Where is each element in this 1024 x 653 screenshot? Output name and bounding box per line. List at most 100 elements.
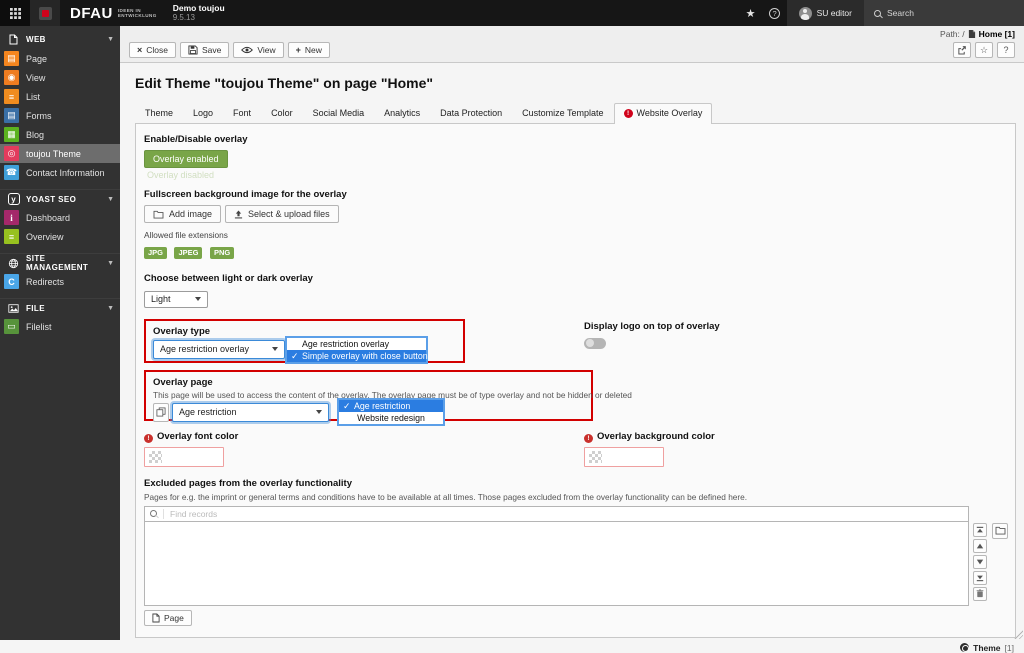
- docheader-help-button[interactable]: ?: [997, 42, 1015, 58]
- select-upload-files-button[interactable]: Select & upload files: [225, 205, 339, 223]
- sidebar-section-web[interactable]: WEB ▼: [0, 30, 120, 49]
- sidebar-item-redirects[interactable]: C Redirects: [0, 272, 120, 291]
- tab-analytics[interactable]: Analytics: [374, 103, 430, 123]
- excluded-pages-widget: [144, 506, 969, 606]
- brand-logo: DFAU IDEEN INENTWICKLUNG: [60, 0, 165, 26]
- display-logo-toggle[interactable]: [584, 338, 606, 349]
- close-button[interactable]: ×Close: [129, 42, 176, 58]
- excluded-pages-description: Pages for e.g. the imprint or general te…: [144, 492, 1007, 502]
- sidebar-section-file[interactable]: FILE ▼: [0, 298, 120, 317]
- sidebar-item-view[interactable]: ◉ View: [0, 68, 120, 87]
- plus-icon: +: [296, 45, 301, 55]
- help-button[interactable]: ?: [763, 0, 787, 26]
- record-icon-button[interactable]: [153, 403, 169, 422]
- sidebar-item-contact-information[interactable]: ☎ Contact Information: [0, 163, 120, 182]
- sidebar-item-list[interactable]: ≡ List: [0, 87, 120, 106]
- collapse-caret-icon[interactable]: ▼: [107, 196, 114, 203]
- sidebar-item-overview[interactable]: ≡ Overview: [0, 227, 120, 246]
- blog-module-icon: ▦: [4, 127, 19, 142]
- add-image-button[interactable]: Add image: [144, 205, 221, 223]
- app-logo-button[interactable]: [30, 0, 60, 26]
- overlay-disabled-ghost-label: Overlay disabled: [144, 170, 1007, 180]
- tab-logo[interactable]: Logo: [183, 103, 223, 123]
- breadcrumb-page[interactable]: Home [1]: [979, 29, 1015, 39]
- tab-theme[interactable]: Theme: [135, 103, 183, 123]
- check-icon: ✓: [343, 401, 350, 412]
- page-wizard-button[interactable]: Page: [144, 610, 192, 626]
- chevron-down-icon: [272, 347, 278, 351]
- excluded-pages-listbox[interactable]: [144, 521, 969, 606]
- browse-pages-button[interactable]: [992, 523, 1008, 539]
- overlay-type-select[interactable]: Age restriction overlay: [153, 340, 285, 359]
- view-module-icon: ◉: [4, 70, 19, 85]
- collapse-caret-icon[interactable]: ▼: [107, 305, 114, 312]
- dashboard-module-icon: i: [4, 210, 19, 225]
- sidebar-item-dashboard[interactable]: i Dashboard: [0, 208, 120, 227]
- forms-module-icon: ▤: [4, 108, 19, 123]
- sidebar-item-blog[interactable]: ▦ Blog: [0, 125, 120, 144]
- move-to-top-button[interactable]: [973, 523, 987, 537]
- overlay-enabled-button[interactable]: Overlay enabled: [144, 150, 228, 168]
- tab-data-protection[interactable]: Data Protection: [430, 103, 512, 123]
- typo3-version: 9.5.13: [173, 13, 225, 22]
- sidebar-section-yoast[interactable]: y YOAST SEO ▼: [0, 189, 120, 208]
- tab-customize-template[interactable]: Customize Template: [512, 103, 613, 123]
- search-icon: [150, 510, 157, 517]
- move-down-button[interactable]: [973, 555, 987, 569]
- module-body: Edit Theme "toujou Theme" on page "Home"…: [120, 63, 1024, 653]
- user-menu[interactable]: SU editor: [787, 0, 864, 26]
- bookmarks-button[interactable]: ★: [739, 0, 763, 26]
- dropdown-option[interactable]: Age restriction overlay: [287, 338, 426, 350]
- topbar: DFAU IDEEN INENTWICKLUNG Demo toujou 9.5…: [0, 0, 1024, 26]
- tab-social-media[interactable]: Social Media: [303, 103, 375, 123]
- sidebar-item-toujou-theme[interactable]: ◎ toujou Theme: [0, 144, 120, 163]
- find-records-input[interactable]: [170, 509, 963, 519]
- delete-button[interactable]: [973, 587, 987, 601]
- global-search[interactable]: Search: [864, 0, 1024, 26]
- bg-color-label: !Overlay background color: [584, 431, 715, 443]
- save-button[interactable]: Save: [180, 42, 229, 58]
- grid-icon: [10, 8, 21, 19]
- collapse-caret-icon[interactable]: ▼: [107, 36, 114, 43]
- new-button[interactable]: +New: [288, 42, 330, 58]
- page-icon: [968, 29, 976, 39]
- sidebar-item-forms[interactable]: ▤ Forms: [0, 106, 120, 125]
- collapse-caret-icon[interactable]: ▼: [107, 260, 114, 267]
- overlay-page-select[interactable]: Age restriction: [172, 403, 329, 422]
- bg-color-input[interactable]: [584, 447, 664, 467]
- bookmark-button[interactable]: ☆: [975, 42, 993, 58]
- open-in-new-button[interactable]: [953, 42, 971, 58]
- tab-website-overlay[interactable]: ! Website Overlay: [614, 103, 713, 124]
- light-dark-select[interactable]: Light: [144, 291, 208, 308]
- tab-color[interactable]: Color: [261, 103, 303, 123]
- tab-font[interactable]: Font: [223, 103, 261, 123]
- contact-module-icon: ☎: [4, 165, 19, 180]
- font-color-input[interactable]: [144, 447, 224, 467]
- move-to-bottom-button[interactable]: [973, 571, 987, 585]
- web-section-icon: [7, 34, 20, 45]
- upload-icon: [234, 210, 243, 219]
- theme-record-icon: [960, 643, 969, 652]
- sidebar-section-site-management[interactable]: SITE MANAGEMENT ▼: [0, 253, 120, 272]
- overlay-page-dropdown: ✓Age restriction Website redesign: [337, 398, 445, 426]
- save-icon: [188, 45, 198, 55]
- move-up-button[interactable]: [973, 539, 987, 553]
- check-icon: ✓: [291, 351, 298, 362]
- modules-menu-button[interactable]: [0, 0, 30, 26]
- transparency-swatch: [589, 451, 602, 463]
- overlay-page-annotation-box: Overlay page This page will be used to a…: [144, 370, 593, 421]
- dropdown-option[interactable]: ✓Age restriction: [339, 400, 443, 412]
- dropdown-option[interactable]: ✓Simple overlay with close button: [287, 350, 426, 362]
- brand-claim: IDEEN INENTWICKLUNG: [118, 8, 157, 19]
- transparency-swatch: [149, 451, 162, 463]
- allowed-extensions-badges: JPG JPEG PNG: [144, 242, 1007, 260]
- page-module-icon: ▤: [4, 51, 19, 66]
- image-icon: [7, 304, 20, 313]
- sidebar-item-page[interactable]: ▤ Page: [0, 49, 120, 68]
- dropdown-option[interactable]: Website redesign: [339, 412, 443, 424]
- view-button[interactable]: View: [233, 42, 283, 58]
- sidebar-item-filelist[interactable]: ▭ Filelist: [0, 317, 120, 336]
- docheader: Path: / Home [1] ×Close Save View +New ☆…: [120, 26, 1024, 63]
- brand-name: DFAU: [70, 5, 113, 22]
- divider: [163, 509, 164, 519]
